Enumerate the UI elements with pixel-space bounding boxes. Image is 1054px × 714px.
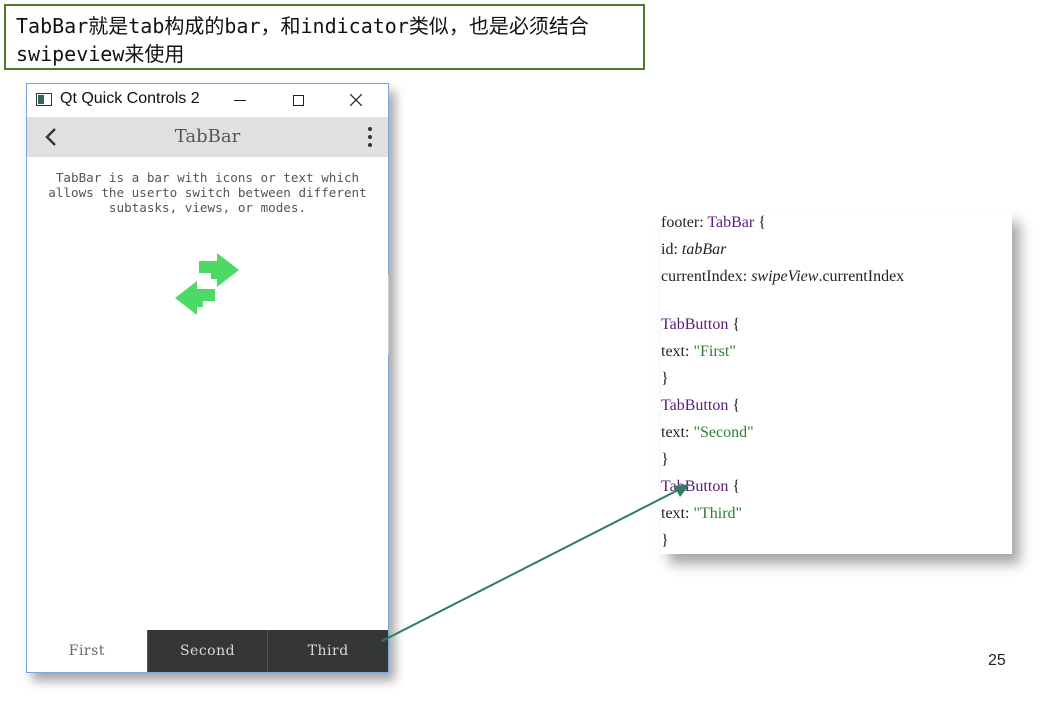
code-card: footer: TabBar { id: tabBar currentIndex… (661, 212, 1012, 554)
code-line: TabButton { (661, 478, 741, 495)
code-line: TabButton { (661, 316, 741, 333)
minimize-icon (234, 99, 246, 101)
code-line: currentIndex: swipeView.currentIndex (661, 268, 905, 285)
code-line: TabButton { (661, 397, 741, 414)
page-number: 25 (988, 652, 1006, 669)
code-line: } (661, 370, 669, 387)
maximize-icon (292, 94, 304, 106)
minimize-button[interactable] (217, 84, 263, 116)
qt-window: Qt Quick Controls 2 TabBar TabBar is a b… (26, 83, 389, 673)
tab-first[interactable]: First (27, 630, 147, 672)
tab-second[interactable]: Second (146, 630, 268, 672)
toolbar-title: TabBar (174, 126, 241, 147)
menu-button[interactable] (360, 125, 380, 149)
app-icon (36, 93, 52, 106)
tab-third[interactable]: Third (267, 630, 388, 672)
description-text: TabBar is a bar with icons or text which… (48, 170, 367, 215)
code-line: text: "Third" (661, 505, 743, 522)
maximize-button[interactable] (275, 84, 321, 116)
tab-bar: First Second Third (27, 630, 388, 672)
divider (388, 275, 389, 355)
window-titlebar[interactable]: Qt Quick Controls 2 (27, 84, 388, 116)
code-line: footer: TabBar { (661, 214, 766, 231)
more-vert-icon (368, 127, 372, 131)
code-line: text: "First" (661, 343, 736, 360)
code-line: text: "Second" (661, 424, 754, 441)
swap-arrows-icon (175, 253, 239, 315)
slide-title: TabBar就是tab构成的bar，和indicator类似，也是必须结合swi… (16, 14, 589, 66)
code-line: } (661, 532, 669, 549)
code-line: id: tabBar (661, 241, 727, 258)
slide-title-box: TabBar就是tab构成的bar，和indicator类似，也是必须结合swi… (4, 4, 645, 70)
code-line: } (661, 451, 669, 468)
close-button[interactable] (333, 84, 379, 116)
window-title: Qt Quick Controls 2 (60, 90, 200, 107)
app-toolbar: TabBar (27, 117, 388, 157)
close-icon (350, 94, 362, 106)
